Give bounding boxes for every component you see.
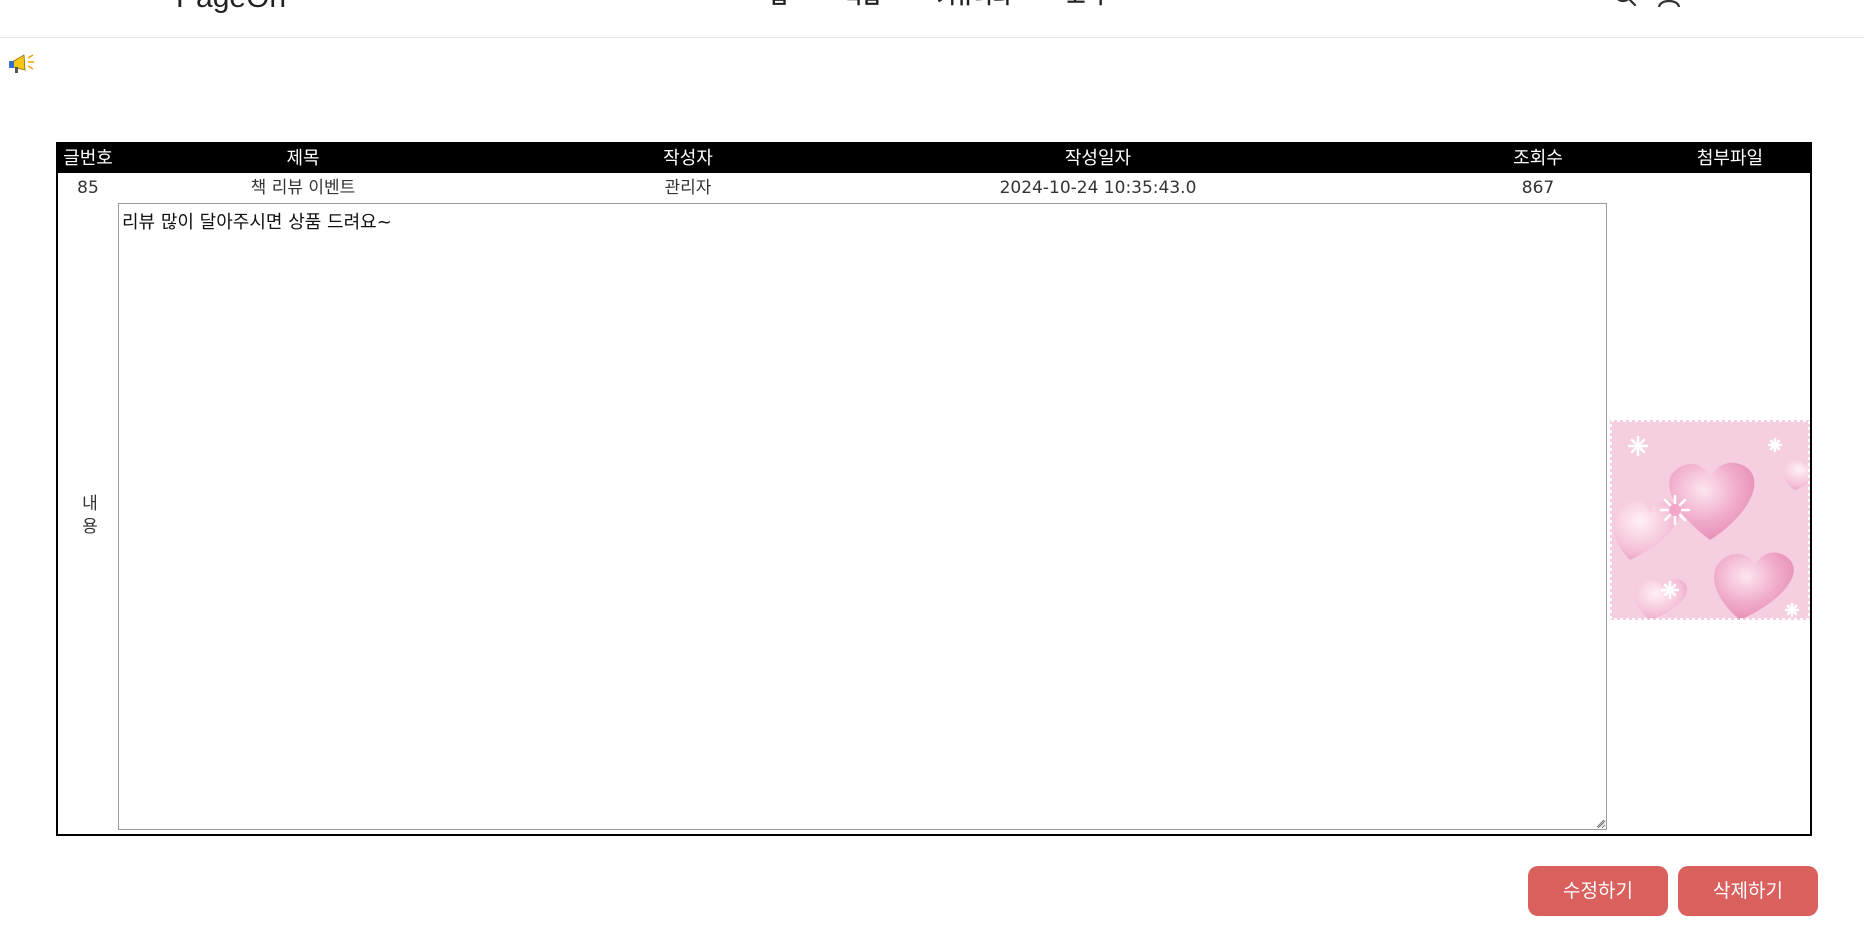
- column-header-number: 글번호: [63, 148, 113, 169]
- pink-hearts-image: [1610, 420, 1810, 620]
- column-header-attachment: 첨부파일: [1696, 148, 1764, 169]
- search-icon[interactable]: [1612, 0, 1638, 8]
- post-detail-table: 글번호 제목 작성자 작성일자 조회수 첨부파일 85 책 리뷰 이벤트 관리자…: [56, 142, 1812, 836]
- table-row: 85 책 리뷰 이벤트 관리자 2024-10-24 10:35:43.0 86…: [58, 173, 1810, 203]
- nav-item-community[interactable]: 커뮤니티: [937, 0, 1011, 8]
- header-icons: [1612, 0, 1682, 8]
- post-author: 관리자: [664, 178, 712, 198]
- nav-item-home[interactable]: 홈: [770, 0, 788, 8]
- post-number: 85: [77, 178, 99, 198]
- main-nav: 홈 작품 커뮤니티 고객: [770, 0, 1160, 8]
- column-header-views: 조회수: [1513, 148, 1563, 169]
- column-header-title: 제목: [286, 148, 320, 169]
- column-header-date: 작성일자: [1064, 148, 1132, 169]
- delete-button[interactable]: 삭제하기: [1678, 866, 1818, 916]
- resize-handle-icon[interactable]: [1595, 818, 1605, 828]
- post-date: 2024-10-24 10:35:43.0: [999, 178, 1197, 198]
- nav-item-works[interactable]: 작품: [844, 0, 881, 8]
- brand-logo[interactable]: PageOn: [176, 0, 286, 18]
- user-icon[interactable]: [1656, 0, 1682, 8]
- post-content-textarea[interactable]: 리뷰 많이 달아주시면 상품 드려요~: [118, 203, 1607, 830]
- attachment-image[interactable]: [1610, 420, 1810, 620]
- content-label: 내용: [77, 494, 98, 540]
- top-navigation-bar: PageOn 홈 작품 커뮤니티 고객: [0, 0, 1864, 38]
- megaphone-icon: [9, 54, 34, 73]
- post-content-text: 리뷰 많이 달아주시면 상품 드려요~: [122, 212, 392, 233]
- edit-button[interactable]: 수정하기: [1528, 866, 1668, 916]
- post-views: 867: [1521, 178, 1555, 198]
- post-title: 책 리뷰 이벤트: [250, 178, 356, 198]
- table-header: 글번호 제목 작성자 작성일자 조회수 첨부파일: [58, 144, 1810, 173]
- nav-item-support[interactable]: 고객: [1067, 0, 1104, 8]
- column-header-author: 작성자: [663, 148, 713, 169]
